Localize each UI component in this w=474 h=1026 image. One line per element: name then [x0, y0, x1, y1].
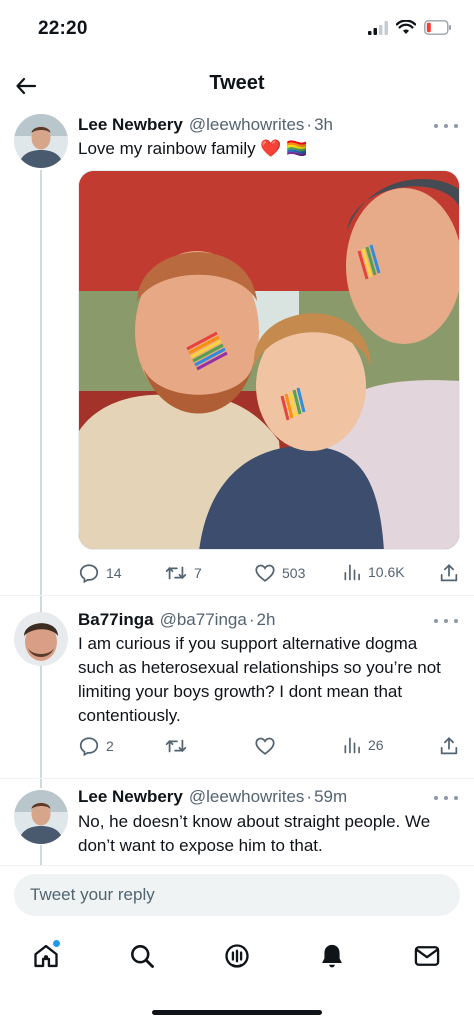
- home-indicator: [152, 1010, 322, 1015]
- dot-icon: [434, 619, 438, 623]
- notification-dot: [53, 940, 60, 947]
- display-name[interactable]: Lee Newbery: [78, 787, 183, 807]
- tab-messages[interactable]: [411, 940, 443, 972]
- handle[interactable]: @ba77inga: [160, 610, 247, 630]
- search-icon: [131, 945, 154, 968]
- page-title: Tweet: [209, 72, 265, 94]
- views-icon: [344, 737, 360, 754]
- reply-bar: [14, 874, 460, 916]
- display-name[interactable]: Lee Newbery: [78, 115, 183, 135]
- like-button[interactable]: 503: [254, 562, 305, 584]
- more-options-button[interactable]: [434, 120, 458, 132]
- timestamp[interactable]: 2h: [256, 610, 275, 630]
- share-icon: [440, 564, 458, 582]
- dot-icon: [454, 619, 458, 623]
- reply-icon: [79, 564, 99, 584]
- wifi-icon: [396, 20, 416, 34]
- reply-count: 2: [106, 738, 114, 754]
- family-photo: [79, 171, 459, 549]
- status-bar: 22:20: [0, 0, 474, 60]
- timestamp[interactable]: 3h: [314, 115, 333, 135]
- views-button[interactable]: 26: [342, 735, 384, 755]
- tweet-photo[interactable]: [78, 170, 460, 550]
- avatar[interactable]: [14, 612, 68, 666]
- retweet-count: 7: [194, 565, 202, 581]
- tweet-header: Lee Newbery @leewhowrites · 3h: [78, 115, 333, 135]
- handle[interactable]: @leewhowrites: [189, 787, 305, 807]
- tweet-header: Ba77inga @ba77inga · 2h: [78, 610, 275, 630]
- mail-icon: [414, 946, 440, 966]
- heart-icon: [255, 564, 275, 582]
- tweet-actions: 2 26: [78, 735, 460, 759]
- reply-input[interactable]: [14, 874, 460, 916]
- timestamp[interactable]: 59m: [314, 787, 347, 807]
- spaces-icon: [225, 944, 249, 968]
- more-options-button[interactable]: [434, 615, 458, 627]
- divider: [0, 595, 474, 596]
- views-count: 26: [368, 737, 384, 753]
- tab-search[interactable]: [126, 940, 158, 972]
- retweet-button[interactable]: 7: [164, 562, 202, 584]
- more-options-button[interactable]: [434, 792, 458, 804]
- tab-home[interactable]: [30, 940, 62, 972]
- avatar-image: [14, 612, 68, 666]
- views-icon: [344, 564, 360, 581]
- like-count: 503: [282, 565, 306, 581]
- avatar[interactable]: [14, 790, 68, 844]
- separator-dot: ·: [248, 610, 255, 629]
- handle[interactable]: @leewhowrites: [189, 115, 305, 135]
- divider: [0, 865, 474, 866]
- retweet-button[interactable]: [164, 735, 188, 757]
- status-icons: [368, 20, 452, 35]
- like-button[interactable]: [254, 735, 276, 757]
- dot-icon: [444, 619, 448, 623]
- avatar-image: [14, 790, 68, 844]
- dot-icon: [434, 796, 438, 800]
- display-name[interactable]: Ba77inga: [78, 610, 154, 630]
- share-button[interactable]: [438, 735, 460, 757]
- tweet-header: Lee Newbery @leewhowrites · 59m: [78, 787, 347, 807]
- tweet-main[interactable]: Lee Newbery @leewhowrites · 3h Love my r…: [0, 112, 474, 592]
- separator-dot: ·: [306, 115, 313, 134]
- nav-bar: Tweet: [0, 60, 474, 110]
- separator-dot: ·: [306, 787, 313, 806]
- dot-icon: [444, 796, 448, 800]
- status-time: 22:20: [38, 18, 88, 39]
- reply-button[interactable]: 14: [78, 562, 122, 584]
- dot-icon: [454, 796, 458, 800]
- battery-low-icon: [424, 20, 451, 35]
- tweet-reply[interactable]: Lee Newbery @leewhowrites · 59m No, he d…: [0, 780, 474, 865]
- heart-icon: [255, 737, 275, 755]
- tab-spaces[interactable]: [221, 940, 253, 972]
- avatar[interactable]: [14, 114, 68, 168]
- reply-count: 14: [106, 565, 122, 581]
- share-button[interactable]: [438, 562, 460, 584]
- cellular-signal-icon: [368, 20, 388, 35]
- avatar-image: [14, 114, 68, 168]
- dot-icon: [454, 124, 458, 128]
- tweet-reply[interactable]: Ba77inga @ba77inga · 2h I am curious if …: [0, 600, 474, 775]
- tweet-text: I am curious if you support alternative …: [78, 634, 441, 725]
- dot-icon: [434, 124, 438, 128]
- views-count: 10.6K: [368, 564, 405, 580]
- dot-icon: [444, 124, 448, 128]
- retweet-icon: [165, 739, 187, 753]
- share-icon: [440, 737, 458, 755]
- tab-notifications[interactable]: [316, 940, 348, 972]
- bell-icon: [322, 944, 342, 968]
- bottom-tab-bar: [0, 930, 474, 982]
- reply-button[interactable]: 2: [78, 735, 114, 757]
- tweet-text: No, he doesn’t know about straight peopl…: [78, 812, 431, 855]
- views-button[interactable]: 10.6K: [342, 562, 405, 582]
- reply-icon: [79, 737, 99, 757]
- tweet-actions: 14 7 503 10.6K: [78, 562, 460, 586]
- tweet-text: Love my rainbow family ❤️ 🏳️‍🌈: [78, 139, 308, 158]
- divider: [0, 778, 474, 779]
- retweet-icon: [165, 566, 187, 580]
